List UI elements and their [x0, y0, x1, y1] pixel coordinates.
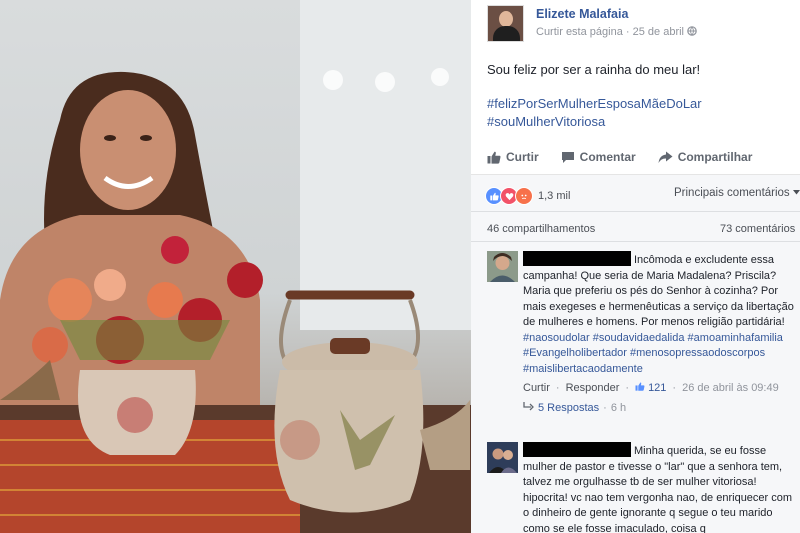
replies-count: 5 Respostas [538, 401, 600, 414]
reply-arrow-icon [523, 401, 534, 417]
photo-illustration [0, 0, 471, 533]
meta-separator: · [625, 26, 630, 38]
commenter-avatar[interactable] [487, 251, 518, 282]
meta-separator: · [603, 401, 607, 414]
post-hashtags: #felizPorSerMulherEsposaMãeDoLar #souMul… [487, 95, 702, 131]
hashtag-link[interactable]: #felizPorSerMulherEsposaMãeDoLar [487, 95, 702, 113]
comment-bubble-icon [561, 151, 575, 164]
view-replies-link[interactable]: 5 Respostas · 6 h [523, 401, 798, 417]
post-date[interactable]: 25 de abril [633, 26, 684, 38]
post-panel: Elizete Malafaia Curtir esta página · 25… [471, 0, 800, 533]
comment-like-link[interactable]: Curtir [523, 381, 550, 397]
share-arrow-icon [658, 151, 673, 164]
redacted-author-name [523, 442, 631, 457]
comment-body: Incômoda e excludente essa campanha! Que… [523, 251, 798, 416]
share-label: Compartilhar [677, 150, 753, 164]
commenter-avatar[interactable] [487, 442, 518, 473]
page-name[interactable]: Elizete Malafaia [536, 7, 697, 21]
angry-icon [515, 187, 533, 205]
reactions-summary[interactable]: 1,3 mil [485, 187, 570, 205]
page-avatar[interactable] [487, 5, 524, 42]
comment-button[interactable]: Comentar [561, 150, 636, 164]
post-meta: Curtir esta página · 25 de abril [536, 26, 697, 38]
comment-label: Comentar [579, 150, 636, 164]
comment-text: Minha querida, se eu fosse mulher de pas… [523, 445, 793, 533]
comments-count[interactable]: 73 comentários [720, 223, 795, 235]
sort-label: Principais comentários [674, 187, 790, 199]
like-label: Curtir [506, 150, 539, 164]
hashtag-link[interactable]: #amoaminhafamilia [688, 332, 783, 344]
comment-sort-dropdown[interactable]: Principais comentários [674, 187, 800, 199]
comment-likes-count: 121 [648, 382, 667, 394]
divider [471, 211, 800, 212]
shares-count[interactable]: 46 compartilhamentos [487, 223, 595, 235]
comment-body: Minha querida, se eu fosse mulher de pas… [523, 442, 798, 533]
hashtag-link[interactable]: #soudavidaedalida [593, 332, 685, 344]
hashtag-link[interactable]: #naosoudolar [523, 332, 590, 344]
thumbs-up-icon [635, 381, 645, 397]
meta-separator: · [672, 382, 677, 394]
hashtag-link[interactable]: #maislibertacaodamente [523, 363, 643, 375]
comment-meta: Curtir · Responder · 121 · 26 de abril à… [523, 381, 798, 397]
hashtag-link[interactable]: #menosopressaodoscorpos [630, 347, 765, 359]
reactions-count: 1,3 mil [538, 190, 571, 202]
post-header: Elizete Malafaia Curtir esta página · 25… [487, 5, 697, 42]
chevron-down-icon [792, 187, 800, 199]
comment-date[interactable]: 26 de abril às 09:49 [682, 381, 779, 397]
post-photo[interactable] [0, 0, 471, 533]
meta-separator: · [555, 382, 560, 394]
share-button[interactable]: Compartilhar [658, 150, 753, 164]
thumbs-up-icon [487, 151, 501, 164]
post-text: Sou feliz por ser a rainha do meu lar! [487, 62, 701, 77]
redacted-author-name [523, 251, 631, 266]
meta-separator: · [625, 382, 630, 394]
like-page-link[interactable]: Curtir esta página [536, 26, 623, 38]
divider [471, 241, 800, 242]
like-button[interactable]: Curtir [487, 150, 539, 164]
privacy-globe-icon [687, 26, 697, 38]
comment-reply-link[interactable]: Responder [566, 381, 620, 397]
hashtag-link[interactable]: #Evangelholibertador [523, 347, 627, 359]
hashtag-link[interactable]: #souMulherVitoriosa [487, 113, 702, 131]
comments-section: 1,3 mil Principais comentários 46 compar… [471, 175, 800, 533]
replies-age: 6 h [610, 401, 627, 414]
post-actions: Curtir Comentar Compartilhar [487, 150, 800, 164]
comment-likes[interactable]: 121 [635, 381, 666, 397]
